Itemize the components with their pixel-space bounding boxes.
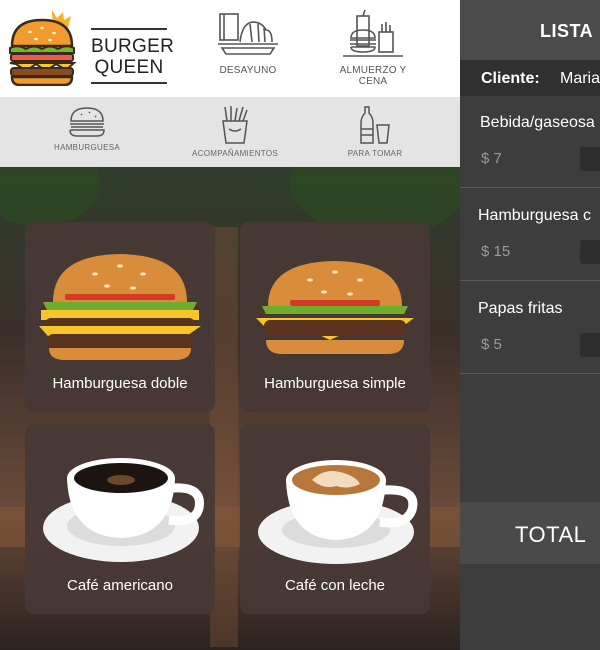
lunch-dinner-icon <box>343 10 403 57</box>
subcategory-sides[interactable]: ACOMPAÑAMIENTOS <box>175 105 295 161</box>
category-lunch-dinner-label-1: ALMUERZO Y <box>339 65 407 76</box>
order-item-quantity-control[interactable] <box>580 240 600 264</box>
subcategory-sides-label: ACOMPAÑAMIENTOS <box>192 149 278 158</box>
order-item: Papas fritas $ 5 <box>460 282 600 374</box>
category-lunch-dinner-label-2: CENA <box>358 76 388 87</box>
product-name-americano: Café americano <box>67 577 173 594</box>
subcategory-drinks-label: PARA TOMAR <box>347 149 403 158</box>
product-card-double-burger[interactable]: Hamburguesa doble <box>25 222 215 412</box>
client-label: Cliente: <box>481 70 540 87</box>
order-item-name: Papas fritas <box>478 300 563 317</box>
order-panel-header: LISTA <box>460 0 600 60</box>
product-name-double-burger: Hamburguesa doble <box>52 375 188 392</box>
product-name-latte: Café con leche <box>284 577 386 594</box>
burger-logo-icon <box>9 10 77 86</box>
category-breakfast[interactable]: DESAYUNO <box>193 10 303 90</box>
category-lunch-dinner[interactable]: ALMUERZO Y CENA <box>318 10 428 90</box>
brand-line-1: BURGER <box>91 36 175 57</box>
simple-burger-image <box>256 261 414 354</box>
order-item-quantity-control[interactable] <box>580 333 600 357</box>
subcategory-drinks[interactable]: PARA TOMAR <box>315 105 435 161</box>
order-item-price: $ 5 <box>481 336 502 353</box>
double-burger-image <box>39 254 201 360</box>
breakfast-icon <box>218 13 278 55</box>
menu-area: BURGER QUEEN DESAYUNO ALMUERZO Y CENA HA… <box>0 0 460 650</box>
order-item-quantity-control[interactable] <box>580 147 600 171</box>
sub-navigation: HAMBURGUESA ACOMPAÑAMIENTOS PARA TOMAR <box>0 97 460 167</box>
client-name[interactable]: Maria <box>560 70 600 88</box>
subcategory-burger[interactable]: HAMBURGUESA <box>27 105 147 161</box>
product-card-simple-burger[interactable]: Hamburguesa simple <box>240 222 430 412</box>
burger-icon <box>69 107 105 137</box>
order-item-name: Bebida/gaseosa <box>480 114 595 131</box>
latte-cup-image <box>258 460 418 564</box>
category-breakfast-label: DESAYUNO <box>219 65 277 76</box>
order-list-title: LISTA <box>540 21 594 41</box>
order-panel: LISTA Cliente: Maria Bebida/gaseosa $ 7 … <box>460 0 600 650</box>
total-label: TOTAL <box>515 522 587 547</box>
order-item-price: $ 7 <box>481 150 502 167</box>
order-item: Bebida/gaseosa $ 7 <box>460 96 600 188</box>
order-item-price: $ 15 <box>481 243 511 260</box>
drinks-icon <box>360 106 390 144</box>
fries-icon <box>222 106 248 144</box>
brand-logo[interactable]: BURGER QUEEN <box>8 6 174 86</box>
product-card-latte[interactable]: Café con leche <box>240 424 430 614</box>
order-item-name: Hamburguesa c <box>478 207 591 224</box>
total-bar: TOTAL <box>460 502 600 564</box>
client-bar: Cliente: Maria <box>460 60 600 96</box>
brand-line-2: QUEEN <box>94 57 164 78</box>
subcategory-burger-label: HAMBURGUESA <box>54 143 120 152</box>
product-card-americano[interactable]: Café americano <box>25 424 215 614</box>
order-item: Hamburguesa c $ 15 <box>460 189 600 281</box>
americano-cup-image <box>43 458 204 562</box>
top-navigation: BURGER QUEEN DESAYUNO ALMUERZO Y CENA <box>0 0 460 97</box>
brand-name: BURGER QUEEN <box>91 28 175 84</box>
product-name-simple-burger: Hamburguesa simple <box>264 375 406 392</box>
